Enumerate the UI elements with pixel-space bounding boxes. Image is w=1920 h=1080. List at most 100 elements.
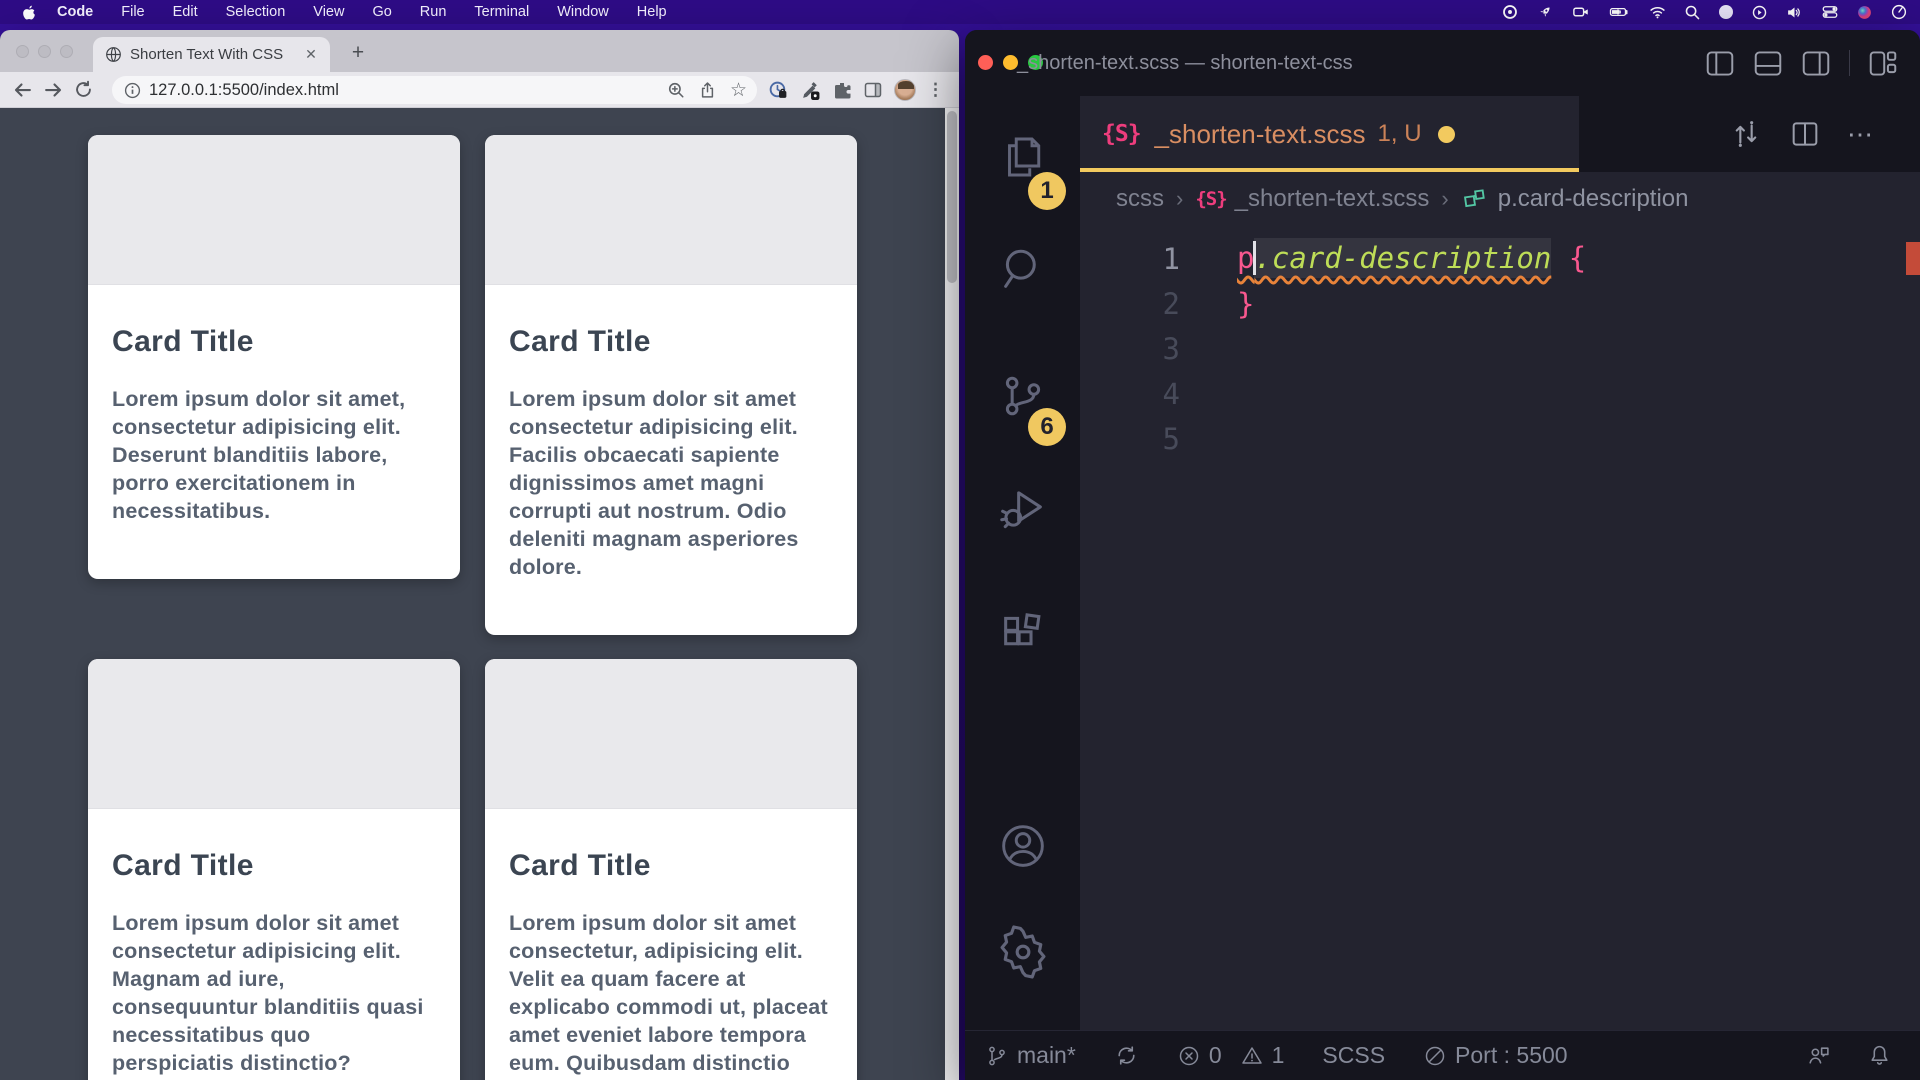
colorpicker-extension-icon[interactable]: [800, 80, 821, 101]
scss-file-icon: {S}: [1195, 188, 1226, 210]
card: Card Title Lorem ipsum dolor sit amet, c…: [88, 135, 460, 579]
menu-help[interactable]: Help: [637, 4, 667, 20]
toggle-secondary-sidebar-icon[interactable]: [1801, 50, 1831, 77]
sync-icon[interactable]: [1114, 1043, 1139, 1068]
scrollbar-thumb[interactable]: [947, 111, 957, 283]
settings-gear-icon[interactable]: [965, 924, 1080, 980]
url-text[interactable]: 127.0.0.1:5500/index.html: [149, 81, 667, 100]
browser-zoom-button[interactable]: [60, 45, 73, 58]
code-close-brace: }: [1237, 287, 1254, 321]
back-button[interactable]: [8, 75, 38, 105]
account-icon[interactable]: [965, 818, 1080, 874]
card-description: Lorem ipsum dolor sit amet consectetur, …: [509, 909, 833, 1080]
editor-tab-shorten-text-scss[interactable]: {S} _shorten-text.scss 1, U: [1080, 96, 1580, 172]
globe-icon: [105, 46, 122, 63]
menu-file[interactable]: File: [121, 4, 144, 20]
explorer-icon[interactable]: [965, 129, 1080, 185]
siri-icon[interactable]: [1856, 4, 1873, 21]
problems-status[interactable]: 0 1: [1177, 1042, 1285, 1069]
menu-edit[interactable]: Edit: [173, 4, 198, 20]
side-panel-icon[interactable]: [863, 80, 883, 100]
page-scrollbar[interactable]: [945, 108, 959, 1080]
vscode-minimize-button[interactable]: [1003, 55, 1018, 70]
site-info-icon[interactable]: [124, 82, 141, 99]
new-tab-button[interactable]: +: [344, 39, 372, 67]
card-title: Card Title: [112, 325, 436, 359]
editor-tab-bar: {S} _shorten-text.scss 1, U ⋯: [1080, 96, 1920, 172]
share-icon[interactable]: [699, 81, 716, 99]
language-mode[interactable]: SCSS: [1322, 1042, 1385, 1069]
tab-close-icon[interactable]: ✕: [302, 46, 320, 63]
wifi-icon[interactable]: [1648, 3, 1667, 21]
extensions-icon[interactable]: [965, 606, 1080, 662]
feedback-icon[interactable]: [1806, 1043, 1831, 1068]
vscode-close-button[interactable]: [978, 55, 993, 70]
play-circle-icon[interactable]: [1751, 4, 1768, 21]
scss-file-icon: {S}: [1102, 121, 1141, 147]
unsaved-dot-icon[interactable]: [1438, 126, 1455, 143]
vscode-window: _shorten-text.scss — shorten-text-css 1 …: [965, 30, 1920, 1080]
warning-count: 1: [1272, 1042, 1285, 1069]
macos-menu-bar: Code File Edit Selection View Go Run Ter…: [0, 0, 1920, 24]
layout-controls: [1705, 30, 1898, 96]
toggle-panel-icon[interactable]: [1753, 50, 1783, 77]
clock-icon[interactable]: [1890, 3, 1908, 21]
editor-actions: ⋯: [1729, 96, 1875, 172]
card-image-placeholder: [485, 659, 857, 809]
editor-tab-label: _shorten-text.scss: [1155, 119, 1366, 150]
menu-app-code[interactable]: Code: [57, 4, 93, 20]
breadcrumb-folder[interactable]: scss: [1116, 185, 1164, 213]
menu-go[interactable]: Go: [372, 4, 391, 20]
branch-name: main*: [1017, 1042, 1076, 1069]
menu-selection[interactable]: Selection: [226, 4, 286, 20]
port-label: Port : 5500: [1455, 1042, 1568, 1069]
live-server-port[interactable]: Port : 5500: [1423, 1042, 1568, 1069]
toggle-sidebar-icon[interactable]: [1705, 50, 1735, 77]
reload-button[interactable]: [68, 75, 98, 105]
spotlight-search-icon[interactable]: [1684, 4, 1701, 21]
zoom-page-icon[interactable]: [667, 81, 685, 99]
menu-window[interactable]: Window: [557, 4, 609, 20]
menu-terminal[interactable]: Terminal: [474, 4, 529, 20]
editor-group: {S} _shorten-text.scss 1, U ⋯ scss › {S}…: [1080, 96, 1920, 1030]
card: Card Title Lorem ipsum dolor sit amet co…: [485, 659, 857, 1080]
split-editor-icon[interactable]: [1789, 118, 1821, 150]
record-icon[interactable]: [1501, 3, 1519, 21]
address-bar[interactable]: 127.0.0.1:5500/index.html ☆: [112, 76, 757, 104]
breadcrumb-symbol[interactable]: p.card-description: [1498, 185, 1689, 213]
breadcrumb-file[interactable]: _shorten-text.scss: [1235, 185, 1430, 213]
browser-close-button[interactable]: [16, 45, 29, 58]
browser-menu-icon[interactable]: ⋮: [927, 80, 941, 100]
browser-tab-title: Shorten Text With CSS: [130, 46, 302, 63]
run-debug-icon[interactable]: [965, 480, 1080, 536]
menu-view[interactable]: View: [313, 4, 344, 20]
search-icon[interactable]: [965, 241, 1080, 297]
git-branch-status[interactable]: main*: [985, 1042, 1076, 1069]
bookmark-star-icon[interactable]: ☆: [730, 81, 747, 100]
notifications-bell-icon[interactable]: [1867, 1043, 1892, 1068]
open-changes-icon[interactable]: [1729, 117, 1763, 151]
card-title: Card Title: [509, 849, 833, 883]
chevron-right-icon: ›: [1441, 186, 1448, 212]
browser-tab[interactable]: Shorten Text With CSS ✕: [93, 37, 330, 72]
battery-icon[interactable]: [1608, 3, 1631, 21]
status-bar: main* 0 1 SCSS Port : 5500: [965, 1030, 1920, 1080]
control-center-icon[interactable]: [1821, 3, 1839, 21]
forward-button[interactable]: [38, 75, 68, 105]
profile-avatar[interactable]: [894, 79, 916, 101]
apple-menu-icon[interactable]: [20, 4, 35, 21]
browser-minimize-button[interactable]: [38, 45, 51, 58]
screen-record-icon[interactable]: [1571, 3, 1591, 21]
privacy-extension-icon[interactable]: [768, 80, 789, 101]
code-editor[interactable]: 1 p.card-description { 2 } 3 4 5: [1080, 226, 1920, 982]
code-open-brace: {: [1551, 241, 1586, 275]
code-line-2: 2 }: [1080, 281, 1920, 326]
more-actions-icon[interactable]: ⋯: [1847, 119, 1875, 150]
line-number: 2: [1080, 287, 1180, 321]
customize-layout-icon[interactable]: [1868, 50, 1898, 77]
extensions-puzzle-icon[interactable]: [832, 80, 852, 100]
rocket-icon[interactable]: [1536, 3, 1554, 21]
menu-run[interactable]: Run: [420, 4, 447, 20]
status-dot-icon[interactable]: [1718, 4, 1734, 20]
volume-icon[interactable]: [1785, 4, 1804, 21]
